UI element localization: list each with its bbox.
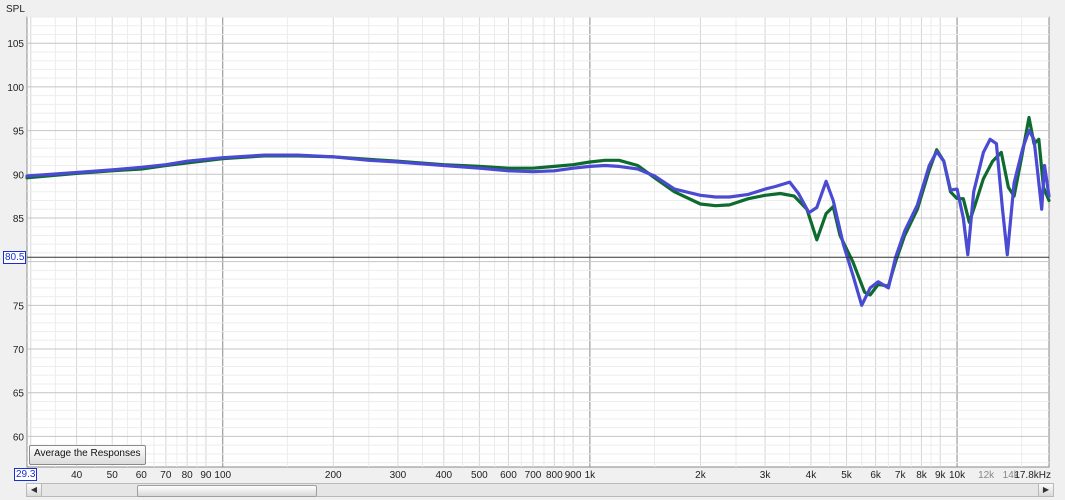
x-tick-label: 10k	[949, 470, 966, 481]
x-end-label: 17.8kHz	[1014, 470, 1051, 481]
x-tick-label: 4k	[806, 470, 818, 481]
x-tick-label: 300	[390, 470, 407, 481]
x-tick-label: 200	[325, 470, 342, 481]
x-tick-labels: 40 50 60 70 80 90 100 200 300 400 500 600 700 800 900 1…	[71, 470, 1051, 481]
y-tick-label: 70	[13, 345, 25, 356]
x-start-readout: 29.3	[14, 468, 38, 481]
y-tick-label: 90	[13, 170, 25, 181]
y-tick-label: 95	[13, 127, 25, 138]
horizontal-scrollbar[interactable]: ◀ ▶	[26, 483, 1054, 497]
y-tick-labels: 105 100 95 90 85 75 70 65 60	[7, 39, 24, 443]
scroll-left-icon[interactable]: ◀	[27, 484, 42, 496]
x-tick-label: 90	[200, 470, 212, 481]
scrollbar-thumb[interactable]	[137, 485, 317, 497]
x-tick-label: 800	[546, 470, 563, 481]
y-tick-label: 60	[13, 432, 25, 443]
x-tick-label: 3k	[760, 470, 772, 481]
y-tick-label: 100	[7, 83, 24, 94]
x-tick-label: 40	[71, 470, 83, 481]
x-tick-label: 50	[107, 470, 119, 481]
scroll-right-icon[interactable]: ▶	[1038, 484, 1053, 496]
frequency-response-chart: 10510095908575706560 40 50 60 70 80 90 100 200 3…	[6, 4, 1051, 481]
x-tick-label: 6k	[870, 470, 882, 481]
x-tick-label: 9k	[935, 470, 947, 481]
x-tick-label: 5k	[841, 470, 853, 481]
average-responses-button[interactable]: Average the Responses	[29, 445, 146, 465]
x-tick-label: 600	[500, 470, 517, 481]
x-tick-label: 70	[160, 470, 172, 481]
x-tick-label: 8k	[916, 470, 928, 481]
y-tick-label: 105	[7, 39, 24, 50]
x-tick-label: 100	[214, 470, 231, 481]
x-tick-label: 2k	[695, 470, 707, 481]
y-tick-label: 65	[13, 389, 25, 400]
x-tick-label: 7k	[895, 470, 907, 481]
x-tick-label: 1k	[585, 470, 597, 481]
cursor-value-readout: 80.5	[3, 251, 27, 265]
y-tick-label: 85	[13, 214, 25, 225]
y-axis-label: SPL	[6, 4, 25, 15]
x-tick-label: 12k	[978, 470, 995, 481]
plot-area	[26, 16, 1050, 468]
x-tick-label: 900	[565, 470, 582, 481]
x-tick-label: 400	[435, 470, 452, 481]
x-tick-label: 700	[525, 470, 542, 481]
x-tick-label: 80	[182, 470, 194, 481]
x-tick-label: 60	[136, 470, 148, 481]
y-tick-label: 75	[13, 301, 25, 312]
x-tick-label: 500	[471, 470, 488, 481]
